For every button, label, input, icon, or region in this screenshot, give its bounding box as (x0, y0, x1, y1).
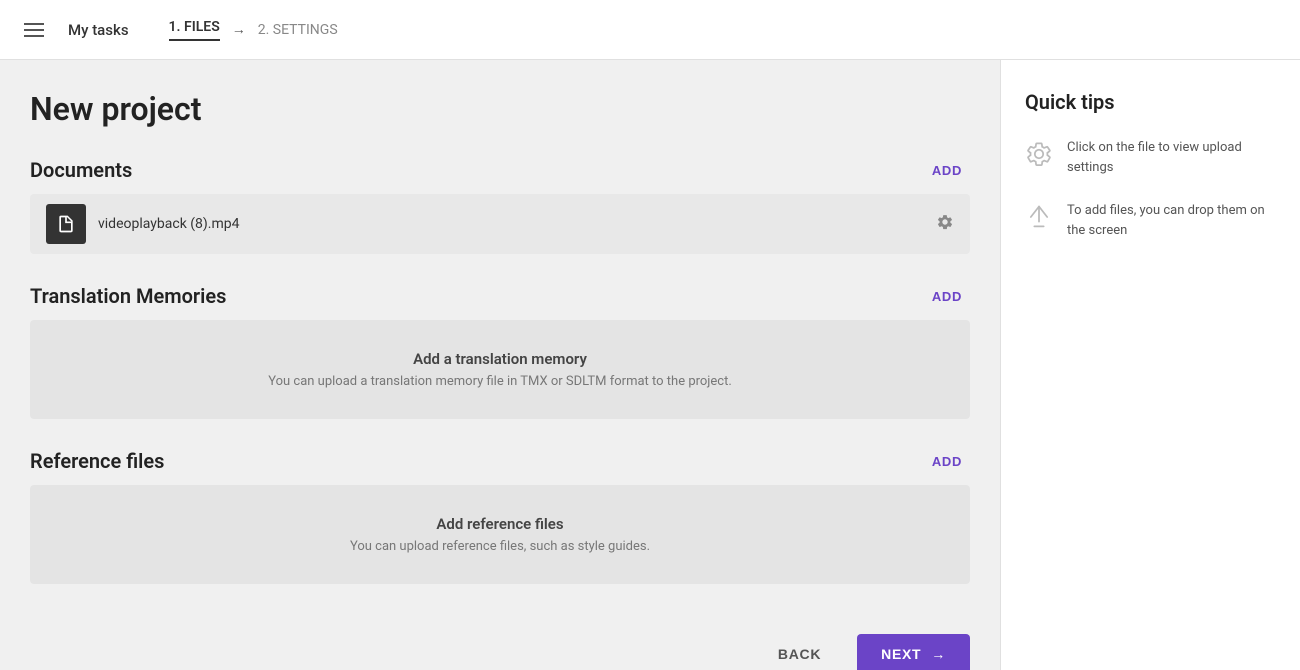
translation-memories-empty: Add a translation memory You can upload … (30, 320, 970, 419)
header: My tasks 1. FILES → 2. SETTINGS (0, 0, 1300, 60)
footer-actions: BACK NEXT → (30, 614, 970, 670)
document-icon-box (46, 204, 86, 244)
next-label: NEXT (881, 646, 921, 662)
gear-icon[interactable] (936, 213, 954, 235)
documents-section: Documents ADD videoplayback (8).mp4 (30, 158, 970, 254)
tip-text-2: To add files, you can drop them on the s… (1067, 201, 1276, 240)
reference-files-empty: Add reference files You can upload refer… (30, 485, 970, 584)
document-name: videoplayback (8).mp4 (98, 216, 924, 232)
tip-text-1: Click on the file to view upload setting… (1067, 138, 1276, 177)
documents-title: Documents (30, 158, 132, 182)
main-layout: New project Documents ADD videoplayback … (0, 60, 1300, 670)
next-arrow-icon: → (931, 646, 946, 662)
step-arrow: → (232, 21, 246, 38)
reference-files-add-button[interactable]: ADD (924, 450, 970, 473)
quick-tips-title: Quick tips (1025, 90, 1276, 114)
my-tasks-link[interactable]: My tasks (68, 21, 129, 39)
translation-memories-empty-desc: You can upload a translation memory file… (50, 374, 950, 389)
menu-icon[interactable] (20, 19, 48, 41)
settings-tip-icon (1025, 140, 1053, 168)
next-button[interactable]: NEXT → (857, 634, 970, 670)
step1-label[interactable]: 1. FILES (169, 19, 220, 41)
nav-steps: 1. FILES → 2. SETTINGS (169, 19, 338, 41)
reference-files-header: Reference files ADD (30, 449, 970, 473)
translation-memories-add-button[interactable]: ADD (924, 285, 970, 308)
page-title: New project (30, 90, 970, 128)
drop-tip-icon (1025, 203, 1053, 231)
document-item[interactable]: videoplayback (8).mp4 (30, 194, 970, 254)
documents-add-button[interactable]: ADD (924, 159, 970, 182)
sidebar: Quick tips Click on the file to view upl… (1000, 60, 1300, 670)
translation-memories-header: Translation Memories ADD (30, 284, 970, 308)
documents-section-header: Documents ADD (30, 158, 970, 182)
reference-files-section: Reference files ADD Add reference files … (30, 449, 970, 584)
translation-memories-empty-title: Add a translation memory (50, 350, 950, 368)
tip-item-1: Click on the file to view upload setting… (1025, 138, 1276, 177)
document-file-icon (56, 214, 76, 234)
reference-files-empty-desc: You can upload reference files, such as … (50, 539, 950, 554)
reference-files-empty-title: Add reference files (50, 515, 950, 533)
translation-memories-title: Translation Memories (30, 284, 226, 308)
back-button[interactable]: BACK (762, 638, 837, 670)
content-area: New project Documents ADD videoplayback … (0, 60, 1000, 670)
translation-memories-section: Translation Memories ADD Add a translati… (30, 284, 970, 419)
tip-item-2: To add files, you can drop them on the s… (1025, 201, 1276, 240)
step2-label[interactable]: 2. SETTINGS (258, 22, 338, 38)
reference-files-title: Reference files (30, 449, 164, 473)
